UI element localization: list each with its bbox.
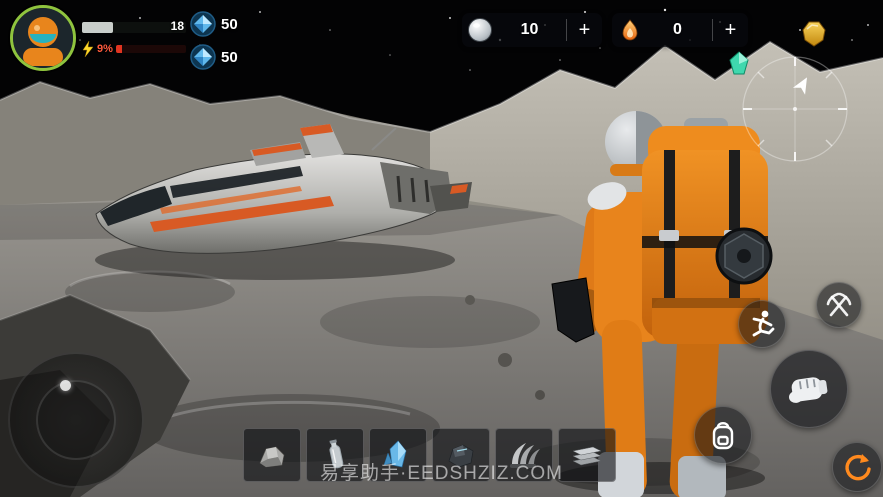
xp-bar: 18: [82, 22, 186, 33]
player-level: 18: [171, 19, 184, 33]
punch-button[interactable]: [770, 350, 848, 428]
gold-pickup-icon[interactable]: [799, 16, 829, 55]
power-bar: [116, 45, 186, 53]
melee-button[interactable]: [816, 282, 862, 328]
currency-list: 50 50: [190, 11, 238, 70]
blue-gem-icon: [190, 44, 216, 70]
avatar-image: [13, 8, 73, 68]
player-status-bars: 18 9%: [82, 22, 186, 57]
currency-value: 50: [221, 16, 238, 33]
power-row: 9%: [82, 41, 186, 57]
hotbar-slot-6[interactable]: [558, 428, 616, 482]
resource-value: 10: [493, 21, 566, 39]
stone-ore-icon: [252, 437, 292, 473]
backpack-icon: [707, 418, 739, 452]
crossed-pickaxes-icon: [824, 290, 854, 320]
add-resource-button[interactable]: +: [566, 19, 602, 41]
resource-value: 0: [643, 21, 712, 39]
compass[interactable]: [740, 54, 850, 169]
joystick-inner-ring: [36, 380, 116, 460]
add-resource-button[interactable]: +: [712, 19, 748, 41]
currency-value: 50: [221, 49, 238, 66]
jump-icon: [746, 308, 778, 340]
xp-bar-fill: [82, 22, 113, 33]
flame-icon: [617, 17, 643, 43]
joystick-knob[interactable]: [60, 380, 71, 391]
backpack-button[interactable]: [694, 406, 752, 464]
compass-arrow-icon: [793, 74, 813, 95]
movement-joystick[interactable]: [8, 352, 144, 488]
jump-button[interactable]: [738, 300, 786, 348]
metal-plates-icon: [567, 437, 607, 473]
hotbar-slot-1[interactable]: [243, 428, 301, 482]
currency-row: 50: [190, 11, 238, 37]
blue-gem-icon: [190, 11, 216, 37]
power-percent: 9%: [97, 43, 113, 55]
silver-orb-icon: [467, 17, 493, 43]
resource-counter-fuel: 0 +: [612, 13, 748, 47]
game-screen: 18 9% 50: [0, 0, 883, 497]
currency-row: 50: [190, 44, 238, 70]
resource-counter-silver: 10 +: [462, 13, 602, 47]
watermark-text: 易享助手·EEDSHZIZ.COM: [320, 458, 563, 485]
player-avatar[interactable]: [10, 5, 76, 71]
reload-icon: [841, 451, 873, 483]
lightning-icon: [82, 41, 94, 57]
power-bar-fill: [116, 45, 122, 53]
reload-button[interactable]: [832, 442, 882, 492]
fist-icon: [786, 368, 832, 410]
